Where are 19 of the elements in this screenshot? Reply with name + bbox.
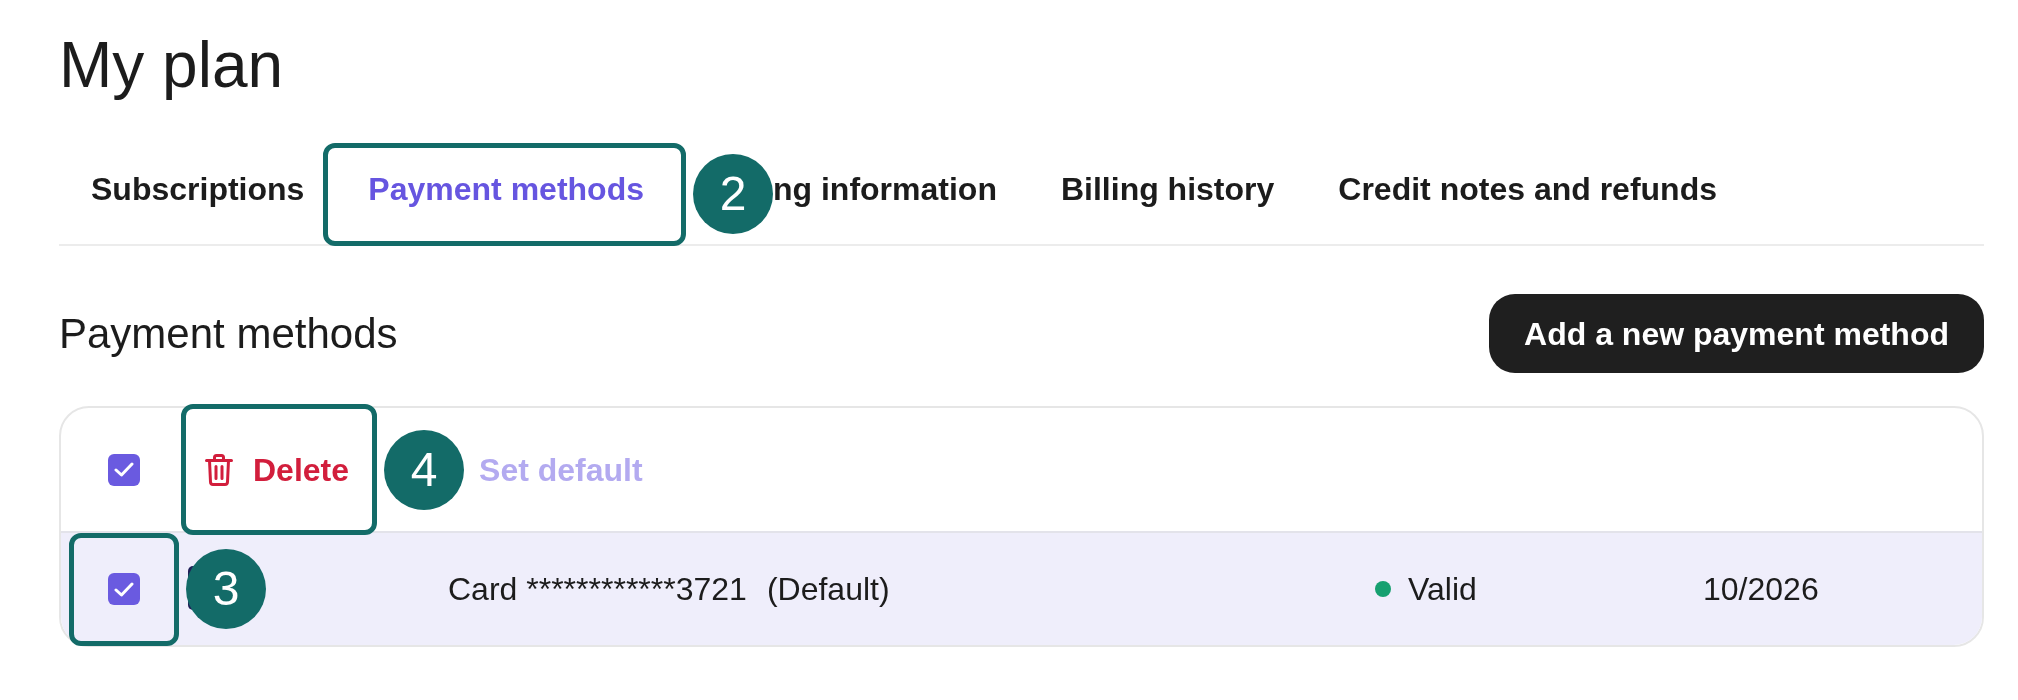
step-badge: 4 [384, 429, 465, 510]
trash-icon [205, 453, 233, 486]
tab[interactable]: ng information [773, 144, 1029, 234]
step-badge: 2 [693, 154, 773, 234]
delete-button[interactable]: Delete [186, 409, 373, 530]
status-label: Valid [1408, 570, 1477, 609]
tab[interactable]: Payment methods [336, 144, 676, 234]
add-payment-method-button[interactable]: Add a new payment method [1489, 294, 1984, 373]
section-title: Payment methods [59, 312, 398, 355]
tab[interactable]: Subscriptions [59, 144, 337, 234]
tab[interactable]: Credit notes and refunds [1306, 144, 1749, 234]
checkbox[interactable] [108, 453, 140, 486]
expiry-date: 10/2026 [1703, 570, 1819, 609]
checkbox[interactable] [108, 573, 140, 605]
tab[interactable]: Billing history [1028, 144, 1307, 234]
default-label: (Default) [766, 570, 890, 609]
card-number: Card ************3721 [448, 570, 747, 609]
checkmark-icon [114, 462, 134, 477]
checkmark-icon [114, 581, 134, 597]
